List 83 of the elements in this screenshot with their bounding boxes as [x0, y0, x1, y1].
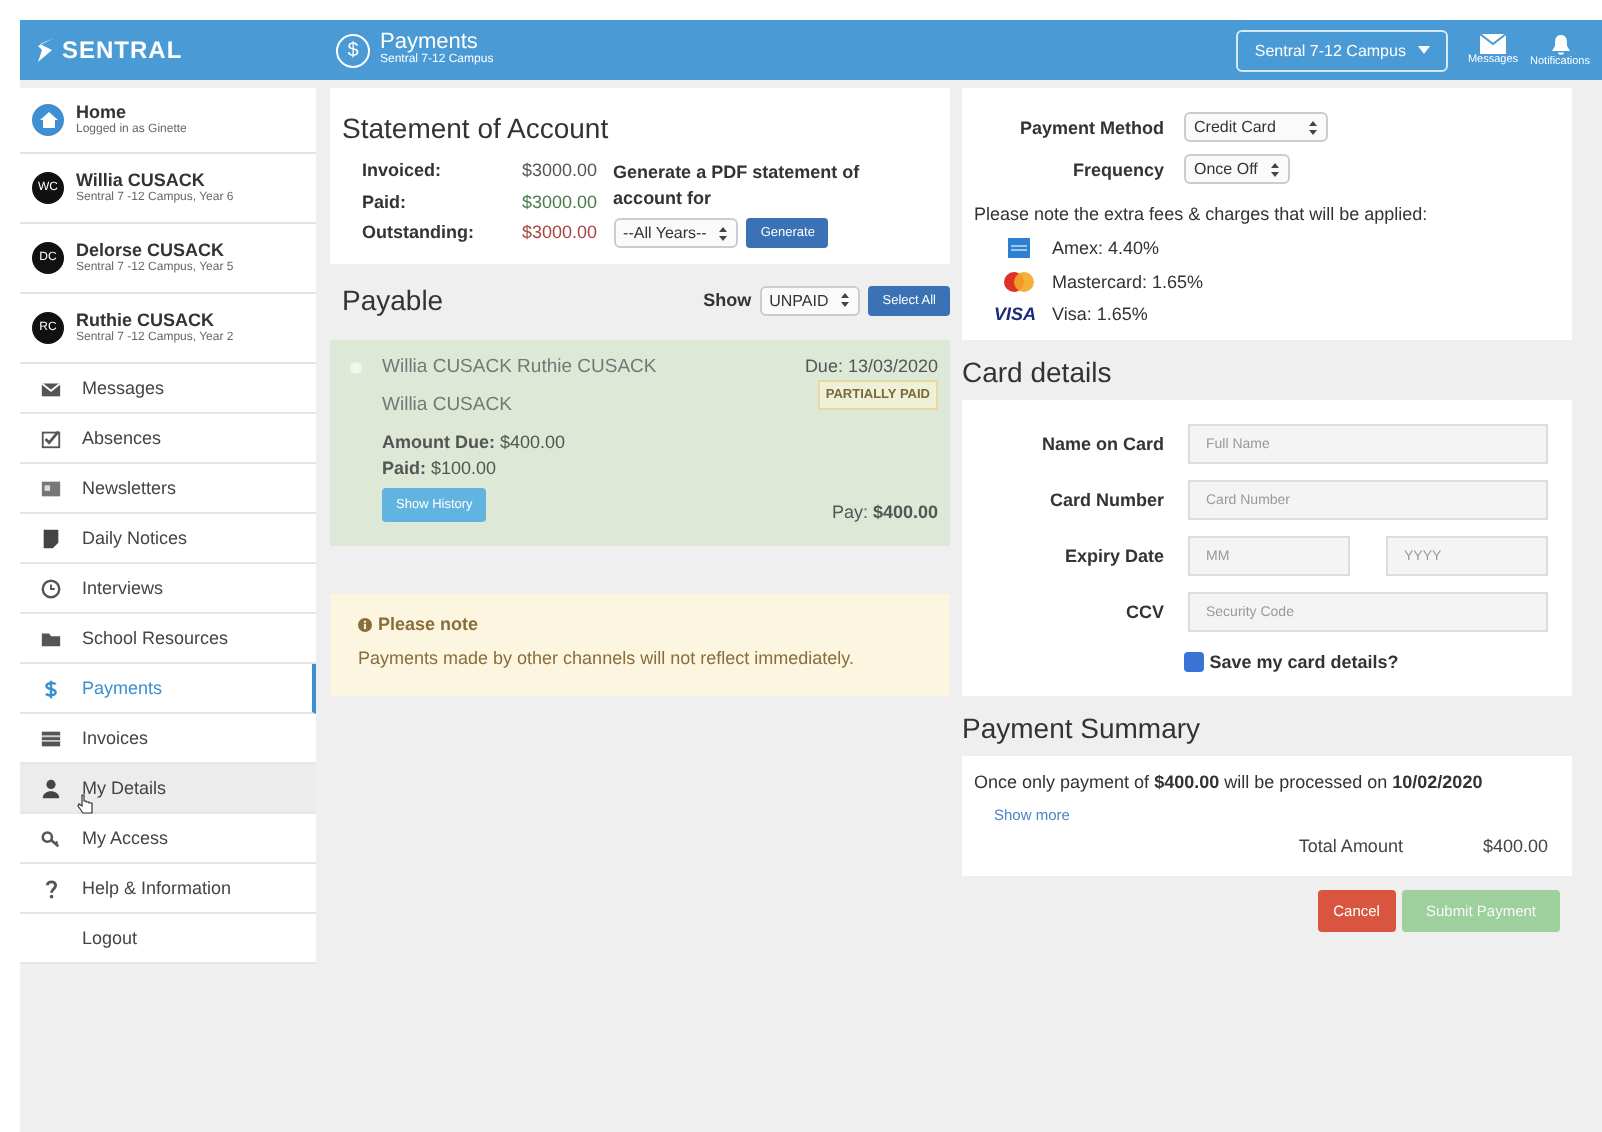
menu-icon	[40, 377, 62, 399]
menu-item[interactable]: Logout	[20, 914, 316, 964]
statement-title: Statement of Account	[342, 112, 611, 144]
menu-item[interactable]: My Details	[20, 764, 316, 814]
note-text: Payments made by other channels will not reflect immediately.	[358, 648, 856, 668]
caret-icon	[1307, 119, 1318, 135]
card-icon	[1002, 236, 1036, 260]
summary-text: Once only payment of $400.00 will be processed on 10/02/2020	[974, 772, 1485, 792]
year-select[interactable]: --All Years--	[613, 218, 739, 248]
payable-title: Payable	[342, 284, 446, 316]
menu-item[interactable]: Invoices	[20, 714, 316, 764]
menu-icon	[40, 527, 62, 549]
profile-name: Willia CUSACK	[76, 170, 207, 190]
menu-icon	[40, 727, 62, 749]
pay-amount: Pay: $400.00	[831, 502, 938, 522]
envelope-icon[interactable]	[1479, 34, 1506, 54]
menu-icon	[40, 677, 62, 699]
caret-icon	[1269, 161, 1280, 177]
statement-value: $3000.00	[522, 160, 598, 184]
logo-text: SENTRAL	[62, 36, 183, 64]
caret-icon	[1417, 46, 1430, 54]
menu-item[interactable]: Help & Information	[20, 864, 316, 914]
show-label: Show	[703, 290, 752, 310]
menu-item[interactable]: Messages	[20, 364, 316, 414]
field-label: Expiry Date	[1062, 546, 1164, 566]
total-label: Total Amount	[1298, 836, 1403, 856]
frequency-select[interactable]: Once Off	[1184, 154, 1290, 184]
item-names: Willia CUSACK Ruthie CUSACK	[382, 356, 659, 378]
statement-label: Outstanding:	[362, 222, 474, 247]
item-student: Willia CUSACK	[382, 394, 514, 416]
method-label: Payment Method	[1017, 117, 1164, 137]
profile-name: Delorse CUSACK	[76, 240, 227, 260]
menu-item[interactable]: My Access	[20, 814, 316, 864]
total-value: $400.00	[1482, 836, 1548, 856]
hand-cursor-icon	[76, 794, 94, 814]
method-select[interactable]: Credit Card	[1184, 112, 1328, 142]
note-title: Please note	[378, 614, 479, 634]
menu-icon	[40, 777, 62, 799]
menu-item[interactable]: Daily Notices	[20, 514, 316, 564]
fees-note: Please note the extra fees & charges that will be applied:	[974, 204, 1430, 224]
profile-name: Ruthie CUSACK	[76, 310, 216, 330]
menu-icon	[40, 427, 62, 449]
filter-select[interactable]: UNPAID	[759, 285, 861, 315]
field-label: Name on Card	[1039, 434, 1164, 454]
statement-label: Paid:	[362, 191, 409, 216]
menu-icon	[40, 877, 62, 899]
fee-text: Mastercard: 1.65%	[1052, 272, 1204, 292]
item-checkbox[interactable]	[350, 362, 362, 374]
statement-value: $3000.00	[522, 222, 598, 247]
menu-item[interactable]: Absences	[20, 414, 316, 464]
save-label: Save my card details?	[1209, 652, 1399, 672]
menu-item[interactable]: Interviews	[20, 564, 316, 614]
logo-icon	[36, 36, 56, 64]
pdf-text: Generate a PDF statement of account for	[613, 160, 862, 212]
menu-icon	[40, 827, 62, 849]
card-logo: VISA	[994, 304, 1037, 324]
fee-text: Amex: 4.40%	[1052, 238, 1160, 258]
caret-icon	[718, 225, 729, 241]
home-icon	[32, 104, 64, 136]
amount-paid: Paid: $100.00	[382, 458, 499, 478]
due-date: Due: 13/03/2020	[804, 356, 938, 376]
frequency-label: Frequency	[1070, 159, 1164, 179]
menu-item[interactable]: Payments	[20, 664, 316, 714]
fee-text: Visa: 1.65%	[1052, 304, 1148, 324]
menu-item[interactable]: Newsletters	[20, 464, 316, 514]
bell-icon[interactable]	[1549, 33, 1572, 55]
save-checkbox[interactable]	[1183, 652, 1204, 672]
statement-label: Invoiced:	[362, 160, 444, 184]
profile-name: Home	[76, 102, 129, 122]
menu-icon	[40, 577, 62, 599]
page-icon: $	[336, 33, 370, 67]
field-label: CCV	[1123, 602, 1164, 622]
field-label: Card Number	[1047, 490, 1164, 510]
statement-value: $3000.00	[522, 191, 598, 216]
menu-item[interactable]: School Resources	[20, 614, 316, 664]
circles-icon	[1002, 270, 1036, 294]
info-icon	[358, 617, 372, 631]
page-title: Payments	[380, 32, 478, 54]
card-details-title: Card details	[962, 356, 1114, 388]
menu-icon	[40, 477, 62, 499]
summary-title: Payment Summary	[962, 712, 1203, 744]
amount-due: Amount Due: $400.00	[382, 432, 568, 452]
caret-icon	[840, 292, 851, 308]
